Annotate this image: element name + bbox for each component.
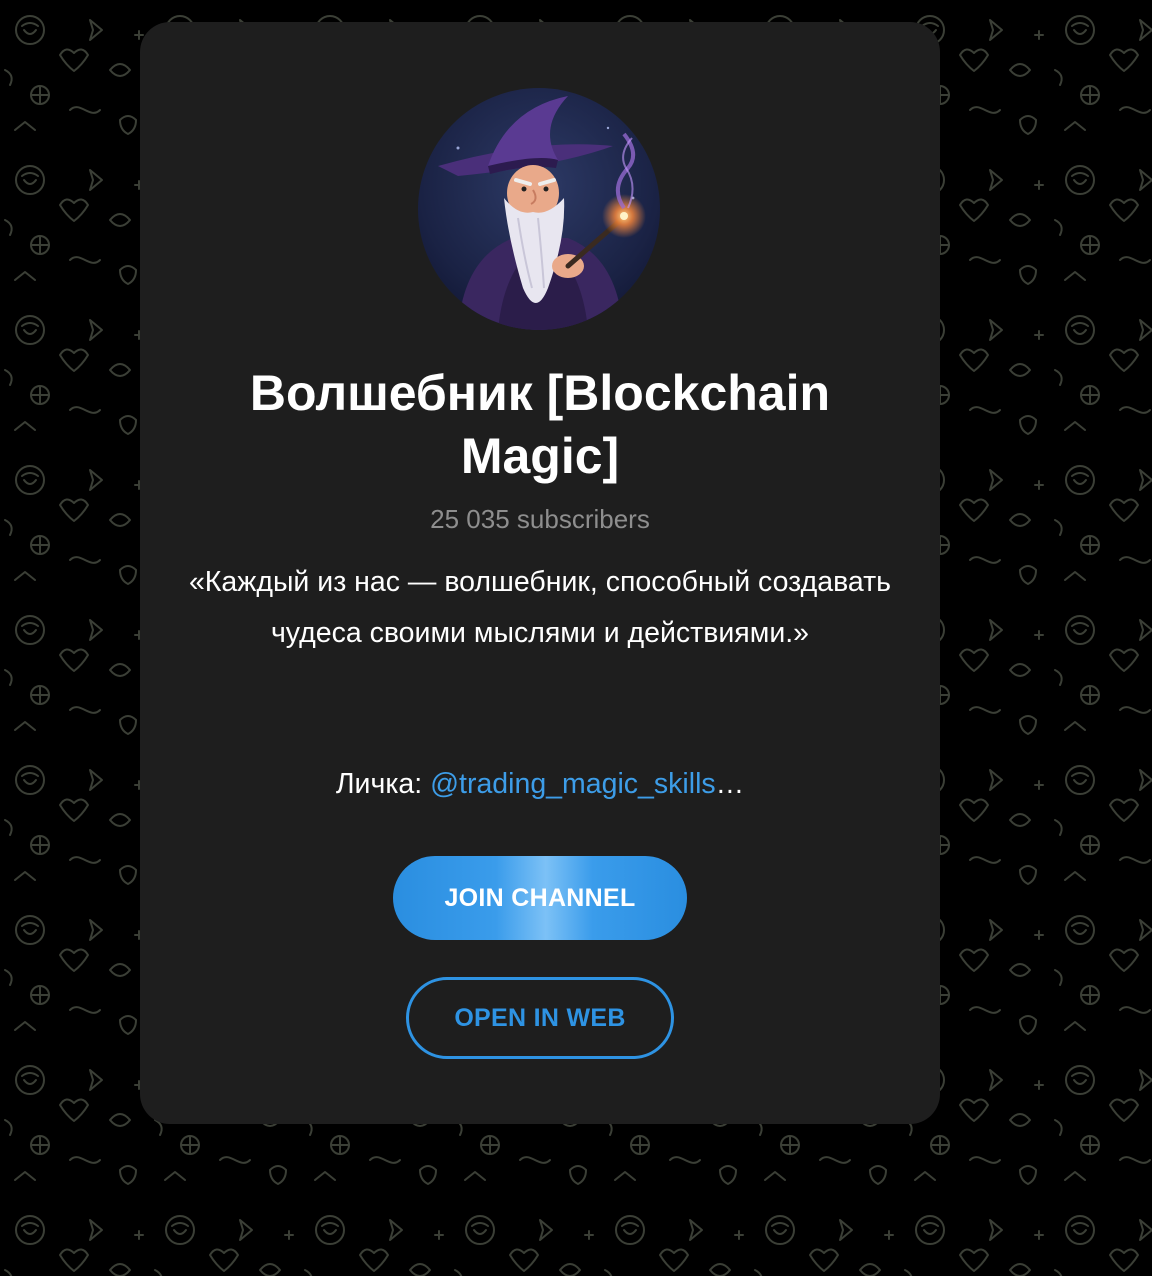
contact-line: Личка: @trading_magic_skills… [180,759,900,810]
channel-title: Волшебник [Blockchain Magic] [249,365,831,484]
channel-card: Волшебник [Blockchain Magic] 25 035 subs… [140,22,940,1124]
contact-ellipsis: … [715,768,745,800]
contact-label: Личка: [335,768,431,800]
open-in-web-button[interactable]: OPEN IN WEB [406,977,674,1059]
wizard-avatar-icon [418,88,660,330]
channel-description: «Каждый из нас — волшебник, способный со… [188,566,892,649]
channel-avatar [418,88,660,330]
contact-username-link[interactable]: @trading_magic_skills [430,768,716,800]
subscriber-count: 25 035 subscribers [430,504,650,534]
join-channel-button[interactable]: JOIN CHANNEL [393,856,687,940]
